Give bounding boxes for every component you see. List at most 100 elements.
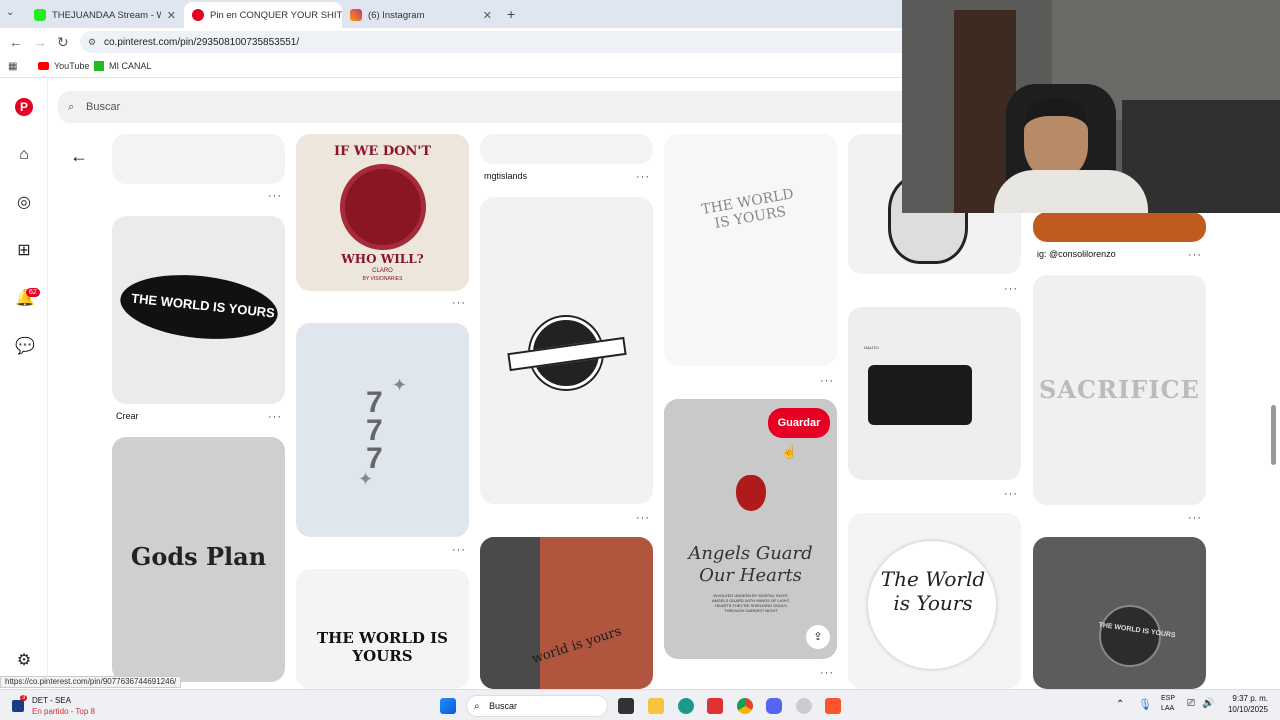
- youtube-icon: [38, 62, 49, 70]
- edge-icon[interactable]: [678, 698, 694, 714]
- back-icon[interactable]: ←: [9, 34, 23, 50]
- taskbar-search[interactable]: ⌕ Buscar: [466, 695, 608, 717]
- url-text: co.pinterest.com/pin/293508100735853551/: [104, 36, 300, 48]
- cursor-icon: ☝: [781, 444, 798, 459]
- more-options-icon[interactable]: ···: [820, 375, 834, 387]
- person-body: [994, 170, 1148, 213]
- site-info-icon[interactable]: ⚙: [88, 37, 96, 48]
- pin-card[interactable]: 777 ✦ ✦: [296, 323, 469, 537]
- pin-text: 777: [366, 386, 383, 475]
- pin-card[interactable]: world is yours: [480, 537, 653, 689]
- more-options-icon[interactable]: ···: [1188, 512, 1202, 524]
- bookmark-label: MI CANAL: [109, 61, 152, 71]
- pin-card[interactable]: [112, 134, 285, 184]
- search-input[interactable]: ⌕ Buscar: [58, 91, 918, 123]
- pin-text: THE WORLD IS YOURS: [700, 186, 795, 233]
- tab-list-icon[interactable]: ⌄: [6, 7, 14, 18]
- more-options-icon[interactable]: ···: [636, 512, 650, 524]
- home-icon[interactable]: ⌂: [15, 146, 33, 164]
- more-options-icon[interactable]: ···: [268, 411, 282, 423]
- weather-badge: 3: [20, 695, 28, 701]
- app-icon[interactable]: [707, 698, 723, 714]
- pin-caption: ig: @consolilorenzo: [1037, 249, 1116, 259]
- kick-icon: [94, 61, 104, 71]
- pin-card[interactable]: Angels Guard Our Hearts INVOLVED UNSEEN …: [664, 399, 837, 659]
- tray-chevron-icon[interactable]: ⌃: [1116, 699, 1124, 710]
- tab-pinterest[interactable]: Pin en CONQUER YOUR SHIT ✕: [184, 2, 342, 28]
- more-options-icon[interactable]: ···: [268, 190, 282, 202]
- pin-card[interactable]: THE WORLD IS YOURS: [1033, 537, 1206, 689]
- close-icon[interactable]: ✕: [167, 9, 176, 22]
- share-icon[interactable]: ⇪: [806, 625, 830, 649]
- bookmark-youtube[interactable]: YouTube: [38, 61, 89, 71]
- close-icon[interactable]: ✕: [483, 9, 492, 22]
- pin-card[interactable]: SACRIFICE: [1033, 275, 1206, 505]
- brave-icon[interactable]: [825, 698, 841, 714]
- apps-icon[interactable]: ▦: [8, 61, 17, 72]
- tab-title: (6) Instagram: [368, 9, 425, 21]
- save-button[interactable]: Guardar: [768, 408, 830, 438]
- tab-stream[interactable]: THEJUANDAA Stream - Watch L ✕: [26, 2, 184, 28]
- pin-text: SACRIFICE: [1039, 375, 1200, 404]
- pin-text: Gods Plan: [130, 542, 267, 571]
- more-options-icon[interactable]: ···: [452, 297, 466, 309]
- create-icon[interactable]: ⊞: [15, 242, 33, 260]
- car-graphic: [868, 365, 972, 425]
- more-options-icon[interactable]: ···: [820, 667, 834, 679]
- clock-time[interactable]: 9:37 p. m.: [1228, 694, 1268, 703]
- task-view-icon[interactable]: [618, 698, 634, 714]
- pin-caption: mgtislands: [484, 171, 528, 181]
- pin-brand: CLARO: [372, 268, 393, 274]
- person-head: [1024, 98, 1088, 178]
- pinterest-sidebar: P ⌂ ◎ ⊞ 🔔 62 💬 ⚙: [0, 79, 48, 689]
- pin-card[interactable]: THE WORLD IS YOURS: [112, 216, 285, 404]
- pin-card[interactable]: [480, 197, 653, 504]
- pin-card[interactable]: [1033, 212, 1206, 242]
- page-scrollbar[interactable]: [1271, 405, 1276, 465]
- wax-seal-graphic: [340, 164, 426, 250]
- more-options-icon[interactable]: ···: [452, 544, 466, 556]
- pin-small-text: INVOLVED UNSEEN BY MORTAL SIGHT, ANGELS …: [711, 593, 790, 613]
- more-options-icon[interactable]: ···: [1188, 249, 1202, 261]
- pin-card[interactable]: THE WORLD IS YOURS: [296, 569, 469, 689]
- start-icon[interactable]: [440, 698, 456, 714]
- sparkle-icon: ✦: [358, 469, 374, 489]
- bookmark-mi-canal[interactable]: MI CANAL: [94, 61, 152, 71]
- more-options-icon[interactable]: ···: [1004, 283, 1018, 295]
- kick-icon: [34, 9, 46, 21]
- pin-text: IF WE DON'T: [333, 144, 431, 159]
- clock-date: 10/10/2025: [1227, 705, 1268, 714]
- pin-card[interactable]: GALITO: [848, 307, 1021, 480]
- forward-icon[interactable]: →: [33, 34, 47, 50]
- discord-icon[interactable]: [766, 698, 782, 714]
- webcam-overlay: [902, 0, 1280, 213]
- pin-card[interactable]: IF WE DON'T WHO WILL? CLARO BY VISIONARI…: [296, 134, 469, 291]
- pin-text: THE WORLD IS YOURS: [317, 629, 448, 665]
- app-icon[interactable]: [796, 698, 812, 714]
- pinterest-logo-icon[interactable]: P: [15, 98, 33, 116]
- reload-icon[interactable]: ↻: [57, 34, 69, 51]
- network-icon[interactable]: ⎚: [1187, 698, 1195, 709]
- tab-title: THEJUANDAA Stream - Watch L: [52, 9, 161, 21]
- back-arrow-icon[interactable]: ←: [70, 146, 88, 167]
- pin-card[interactable]: The World is Yours: [848, 513, 1021, 689]
- more-options-icon[interactable]: ···: [1004, 488, 1018, 500]
- pin-card[interactable]: THE WORLD IS YOURS: [664, 134, 837, 366]
- more-options-icon[interactable]: ···: [636, 171, 650, 183]
- pin-card[interactable]: [480, 134, 653, 164]
- file-explorer-icon[interactable]: [648, 698, 664, 714]
- microphone-icon[interactable]: 🎙: [1138, 698, 1152, 711]
- messages-icon[interactable]: 💬: [15, 338, 35, 356]
- url-field[interactable]: ⚙ co.pinterest.com/pin/29350810073585355…: [80, 31, 980, 53]
- pin-card[interactable]: Gods Plan: [112, 437, 285, 682]
- chrome-icon[interactable]: [737, 698, 753, 714]
- new-tab-button[interactable]: +: [507, 6, 515, 22]
- tattoo-arm-graphic: [480, 537, 540, 689]
- explore-icon[interactable]: ◎: [15, 194, 33, 212]
- search-placeholder: Buscar: [86, 101, 121, 113]
- lang-1[interactable]: ESP: [1161, 695, 1175, 702]
- weather-sub: En partido - Top 8: [32, 707, 96, 716]
- volume-icon[interactable]: 🔊: [1202, 698, 1214, 709]
- settings-icon[interactable]: ⚙: [15, 652, 33, 670]
- tab-instagram[interactable]: (6) Instagram ✕: [342, 2, 500, 28]
